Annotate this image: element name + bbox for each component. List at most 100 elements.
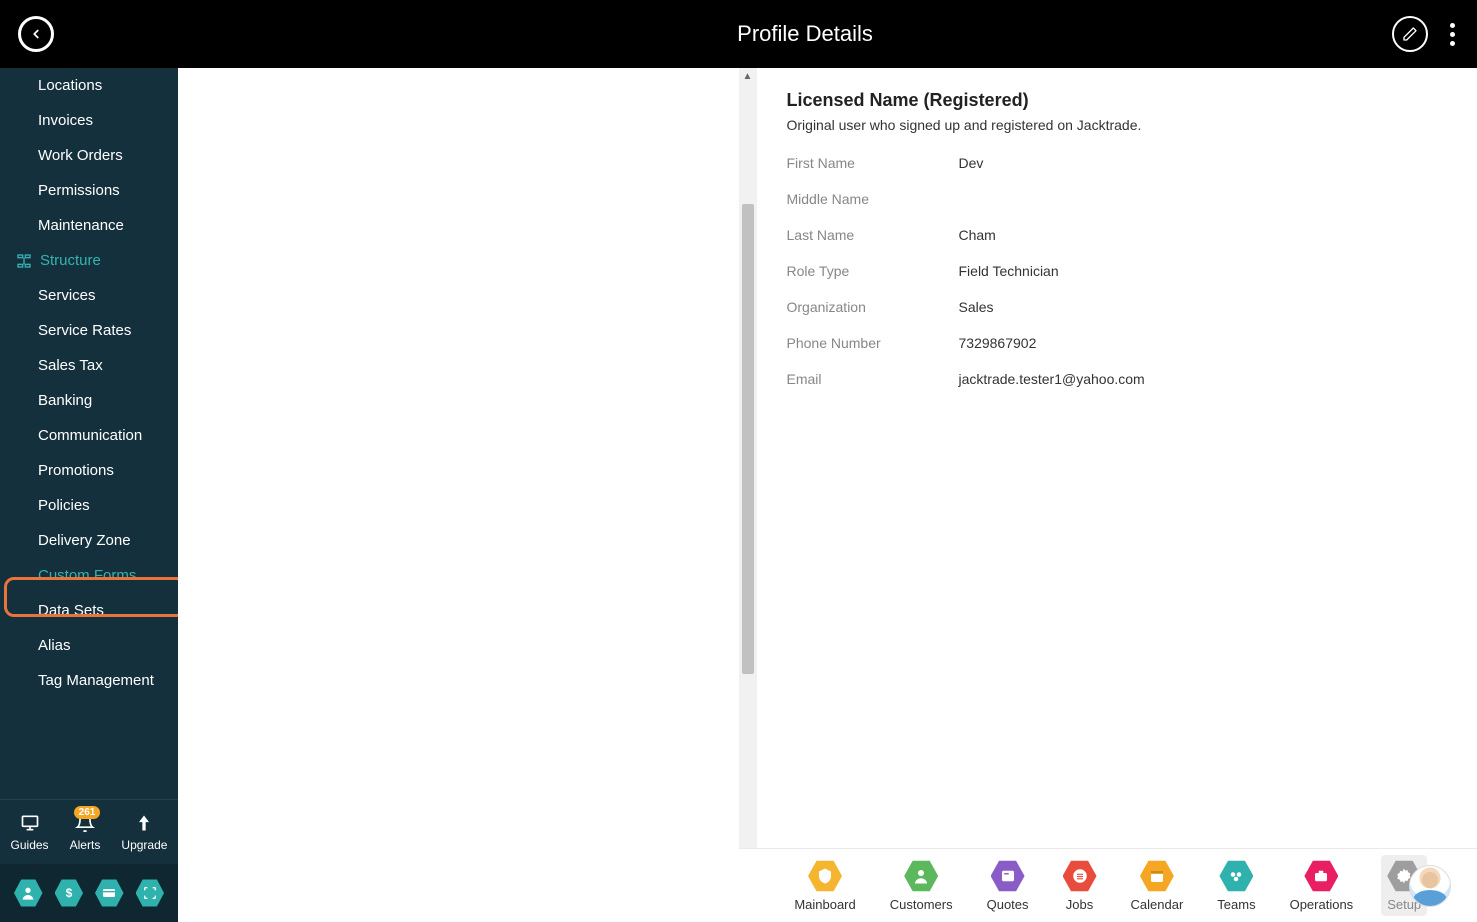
sidebar-item-alias[interactable]: Alias xyxy=(0,628,178,663)
sidebar-item-maintenance[interactable]: Maintenance xyxy=(0,208,178,243)
person-icon xyxy=(904,859,938,893)
sidebar-nav: Locations Invoices Work Orders Permissio… xyxy=(0,68,178,698)
nav-calendar[interactable]: Calendar xyxy=(1125,855,1190,916)
field-organization: Organization Sales xyxy=(787,299,1448,315)
field-last-name: Last Name Cham xyxy=(787,227,1448,243)
sidebar-item-data-sets[interactable]: Data Sets xyxy=(0,593,178,628)
main-content: Licensed Name (Registered) Original user… xyxy=(739,68,1477,922)
section-subtitle: Original user who signed up and register… xyxy=(787,117,1448,133)
sidebar-item-delivery-zone[interactable]: Delivery Zone xyxy=(0,523,178,558)
sidebar-item-banking[interactable]: Banking xyxy=(0,383,178,418)
list-icon xyxy=(1063,859,1097,893)
edit-button[interactable] xyxy=(1392,16,1428,52)
section-title: Licensed Name (Registered) xyxy=(787,90,1448,111)
sidebar-item-work-orders[interactable]: Work Orders xyxy=(0,138,178,173)
alerts-badge: 261 xyxy=(74,806,101,819)
field-first-name: First Name Dev xyxy=(787,155,1448,171)
sidebar-footer: Guides 261 Alerts xyxy=(0,799,178,864)
field-label: Phone Number xyxy=(787,335,959,351)
upgrade-button[interactable]: Upgrade xyxy=(121,812,167,852)
quick-action-contact[interactable] xyxy=(14,878,43,908)
guides-button[interactable]: Guides xyxy=(11,812,49,852)
nav-label: Calendar xyxy=(1131,897,1184,912)
user-avatar[interactable] xyxy=(1409,865,1451,907)
quote-icon xyxy=(991,859,1025,893)
sidebar-item-permissions[interactable]: Permissions xyxy=(0,173,178,208)
field-phone: Phone Number 7329867902 xyxy=(787,335,1448,351)
nav-label: Quotes xyxy=(987,897,1029,912)
sidebar-section-label: Structure xyxy=(40,252,101,269)
sidebar-item-custom-forms[interactable]: Custom Forms xyxy=(0,558,178,593)
quick-action-card[interactable] xyxy=(95,878,124,908)
alerts-button[interactable]: 261 Alerts xyxy=(70,812,101,852)
card-icon xyxy=(101,885,117,901)
sidebar-item-tag-management[interactable]: Tag Management xyxy=(0,663,178,698)
svg-text:$: $ xyxy=(65,886,72,900)
sidebar-item-services[interactable]: Services xyxy=(0,278,178,313)
sidebar: Locations Invoices Work Orders Permissio… xyxy=(0,68,178,922)
sidebar-item-locations[interactable]: Locations xyxy=(0,68,178,103)
field-label: Organization xyxy=(787,299,959,315)
field-email: Email jacktrade.tester1@yahoo.com xyxy=(787,371,1448,387)
arrow-up-icon xyxy=(133,812,155,834)
scroll-thumb[interactable] xyxy=(742,204,754,674)
sidebar-scrollbar[interactable]: ▲ ▼ xyxy=(739,68,757,922)
bottom-nav: Mainboard Customers Quotes Jobs xyxy=(739,848,1477,922)
field-label: Middle Name xyxy=(787,191,959,207)
nav-label: Teams xyxy=(1217,897,1255,912)
guides-label: Guides xyxy=(11,838,49,852)
pencil-icon xyxy=(1402,26,1418,42)
nav-teams[interactable]: Teams xyxy=(1211,855,1261,916)
nav-label: Jobs xyxy=(1066,897,1093,912)
field-value: 7329867902 xyxy=(959,335,1037,351)
scroll-up-icon[interactable]: ▲ xyxy=(739,68,757,84)
dot-icon xyxy=(1450,32,1455,37)
nav-mainboard[interactable]: Mainboard xyxy=(788,855,861,916)
nav-operations[interactable]: Operations xyxy=(1284,855,1360,916)
dot-icon xyxy=(1450,23,1455,28)
nav-label: Operations xyxy=(1290,897,1354,912)
sidebar-quick-actions: $ xyxy=(0,864,178,922)
quick-action-scan[interactable] xyxy=(136,878,165,908)
calendar-icon xyxy=(1140,859,1174,893)
sidebar-item-promotions[interactable]: Promotions xyxy=(0,453,178,488)
sidebar-section-structure[interactable]: Structure xyxy=(0,243,178,278)
field-middle-name: Middle Name xyxy=(787,191,1448,207)
nav-quotes[interactable]: Quotes xyxy=(981,855,1035,916)
field-value: Cham xyxy=(959,227,996,243)
nav-label: Mainboard xyxy=(794,897,855,912)
field-value: jacktrade.tester1@yahoo.com xyxy=(959,371,1145,387)
field-label: Role Type xyxy=(787,263,959,279)
structure-icon xyxy=(16,253,32,269)
profile-fields: First Name Dev Middle Name Last Name Cha… xyxy=(787,155,1448,387)
field-label: First Name xyxy=(787,155,959,171)
nav-label: Customers xyxy=(890,897,953,912)
field-value: Dev xyxy=(959,155,984,171)
nav-customers[interactable]: Customers xyxy=(884,855,959,916)
sidebar-item-invoices[interactable]: Invoices xyxy=(0,103,178,138)
upgrade-label: Upgrade xyxy=(121,838,167,852)
sidebar-item-sales-tax[interactable]: Sales Tax xyxy=(0,348,178,383)
scan-icon xyxy=(142,885,158,901)
sidebar-item-communication[interactable]: Communication xyxy=(0,418,178,453)
page-title: Profile Details xyxy=(737,21,873,47)
more-menu-button[interactable] xyxy=(1446,19,1459,50)
monitor-icon xyxy=(19,812,41,834)
sidebar-item-policies[interactable]: Policies xyxy=(0,488,178,523)
briefcase-icon xyxy=(1304,859,1338,893)
field-label: Email xyxy=(787,371,959,387)
field-role-type: Role Type Field Technician xyxy=(787,263,1448,279)
app-header: Profile Details xyxy=(0,0,1477,68)
field-value: Field Technician xyxy=(959,263,1059,279)
sidebar-item-service-rates[interactable]: Service Rates xyxy=(0,313,178,348)
dollar-icon: $ xyxy=(61,885,77,901)
person-icon xyxy=(20,885,36,901)
field-label: Last Name xyxy=(787,227,959,243)
team-icon xyxy=(1219,859,1253,893)
quick-action-payment[interactable]: $ xyxy=(55,878,84,908)
field-value: Sales xyxy=(959,299,994,315)
nav-jobs[interactable]: Jobs xyxy=(1057,855,1103,916)
alerts-label: Alerts xyxy=(70,838,101,852)
shield-icon xyxy=(808,859,842,893)
dot-icon xyxy=(1450,41,1455,46)
